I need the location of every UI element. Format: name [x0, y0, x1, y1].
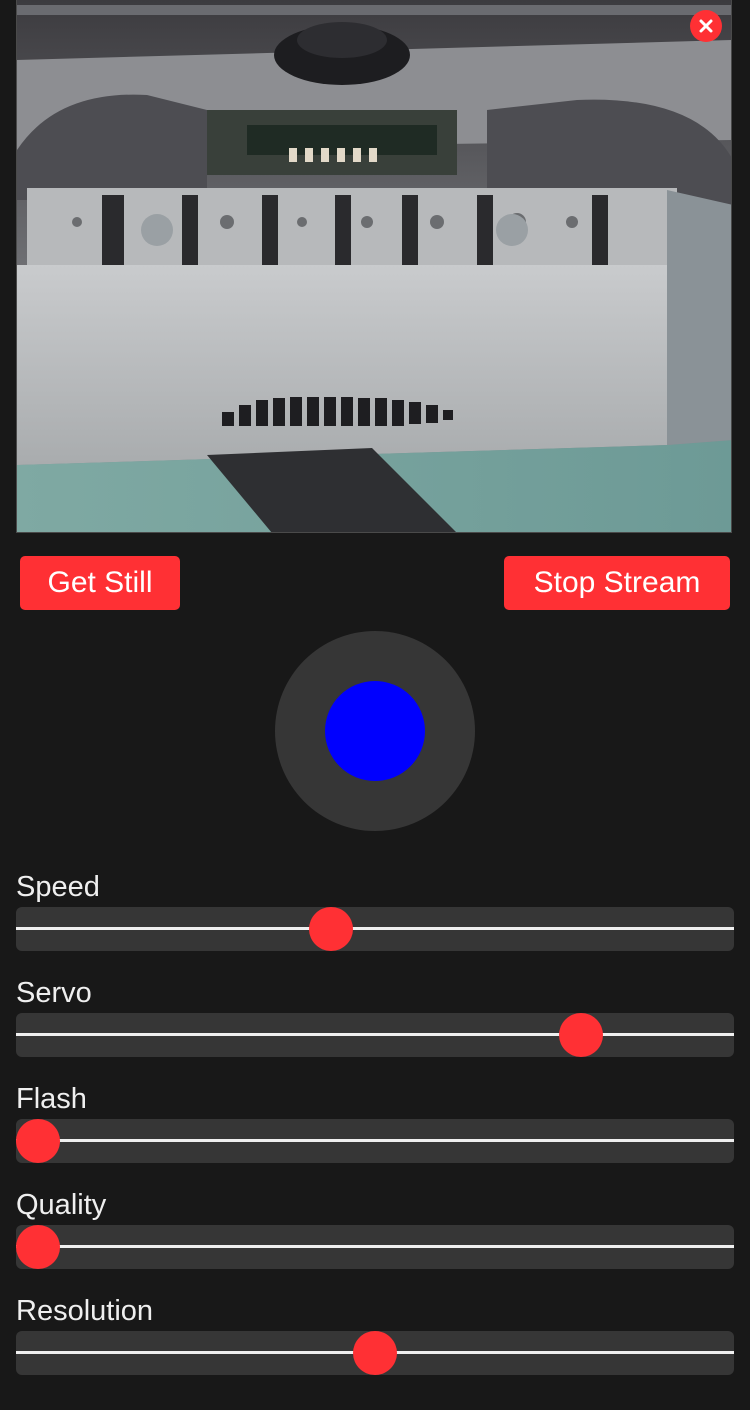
close-stream-button[interactable] — [690, 10, 722, 42]
quality-slider-thumb[interactable] — [16, 1225, 60, 1269]
close-icon — [699, 19, 713, 33]
flash-slider-line — [16, 1139, 734, 1142]
joystick-base[interactable] — [275, 631, 475, 831]
flash-control: Flash — [16, 1082, 734, 1188]
flash-label: Flash — [16, 1083, 87, 1115]
get-still-button[interactable]: Get Still — [20, 556, 180, 610]
camera-stream — [16, 0, 732, 533]
servo-control: Servo — [16, 976, 734, 1082]
speed-slider[interactable] — [16, 907, 734, 951]
speed-control: Speed — [16, 870, 734, 976]
speed-slider-thumb[interactable] — [309, 907, 354, 951]
quality-label: Quality — [16, 1189, 107, 1221]
quality-slider[interactable] — [16, 1225, 734, 1269]
resolution-control: Resolution — [16, 1294, 734, 1400]
flash-slider[interactable] — [16, 1119, 734, 1163]
quality-control: Quality — [16, 1188, 734, 1294]
servo-slider-line — [16, 1033, 734, 1036]
flash-slider-thumb[interactable] — [16, 1119, 60, 1163]
speed-label: Speed — [16, 871, 100, 903]
resolution-slider[interactable] — [16, 1331, 734, 1375]
speed-slider-line — [16, 927, 734, 930]
joystick-knob[interactable] — [325, 681, 425, 781]
servo-slider-thumb[interactable] — [558, 1013, 603, 1057]
quality-slider-line — [16, 1245, 734, 1248]
camera-frame-image — [17, 0, 731, 532]
servo-label: Servo — [16, 977, 92, 1009]
resolution-slider-thumb[interactable] — [353, 1331, 397, 1375]
servo-slider[interactable] — [16, 1013, 734, 1057]
resolution-label: Resolution — [16, 1295, 154, 1327]
stop-stream-button[interactable]: Stop Stream — [504, 556, 730, 610]
